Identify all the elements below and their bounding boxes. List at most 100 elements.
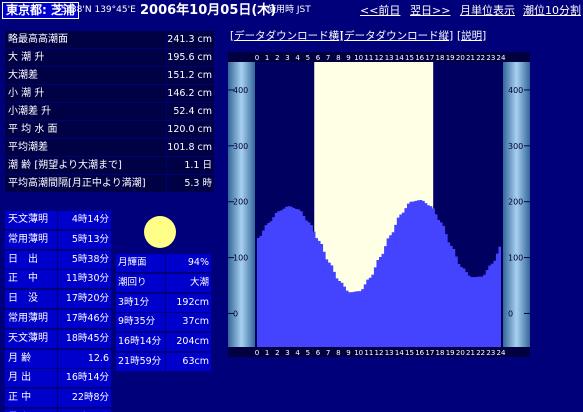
- moon-phase-icon: [144, 216, 176, 248]
- x-tick-label-bottom: 2: [275, 349, 279, 357]
- tide-stat-row-label: 大 潮 升: [5, 49, 166, 66]
- download-vertical-link[interactable]: [データダウンロード縦]: [340, 30, 453, 43]
- x-tick-label-bottom: 6: [316, 349, 321, 357]
- sun-time-row-value: 11時30分: [58, 270, 111, 289]
- moon-tide-row: 潮回り 大潮: [116, 273, 211, 294]
- tide-stat-row-label: 大潮差: [5, 67, 166, 84]
- monthly-view-link[interactable]: 月単位表示: [460, 4, 515, 17]
- moon-tide-row-label: 潮回り: [116, 273, 165, 292]
- sun-time-row-value: 17時46分: [58, 309, 111, 328]
- sun-time-row-value: 12.6: [58, 349, 111, 368]
- x-tick-label-bottom: 3: [285, 349, 289, 357]
- moon-tide-row-label: 16時14分: [116, 333, 165, 352]
- tide-stat-row-value: 5.3 時: [167, 175, 214, 192]
- date-title: 2006年10月05日(木): [140, 3, 277, 18]
- tide-stat-row: 小潮差 升 52.4 cm: [5, 103, 214, 121]
- sun-time-row-value: 16時14分: [58, 369, 111, 388]
- tide-stat-row-value: 1.1 日: [167, 157, 214, 174]
- x-tick-label-top: 14: [395, 54, 404, 62]
- tide-stat-row: 大 潮 升 195.6 cm: [5, 49, 214, 67]
- sun-time-row-value: 18時45分: [58, 329, 111, 348]
- y-tick-label: 400: [233, 86, 248, 95]
- x-tick-label-bottom: 24: [497, 349, 506, 357]
- x-tick-label-bottom: 16: [415, 349, 424, 357]
- tide-stat-row: 平 均 水 面 120.0 cm: [5, 121, 214, 139]
- x-tick-label-top: 19: [446, 54, 455, 62]
- x-tick-label-bottom: 0: [255, 349, 259, 357]
- moon-tide-row-label: 3時1分: [116, 293, 165, 312]
- tide-stat-row: 大潮差 151.2 cm: [5, 67, 214, 85]
- download-horizontal-link[interactable]: [データダウンロード横]: [230, 30, 343, 43]
- x-tick-label-bottom: 17: [425, 349, 434, 357]
- moon-tide-row: 16時14分 204cm: [116, 333, 211, 353]
- x-tick-label-top: 4: [295, 54, 300, 62]
- sun-time-row: 正 中 22時8分: [5, 389, 111, 409]
- tide-stat-row-label: 潮 齢 [朔望より大潮まで]: [5, 157, 166, 174]
- sun-time-row-label: 日 没: [5, 290, 57, 309]
- moon-tide-row-value: 204cm: [166, 333, 211, 352]
- x-tick-label-bottom: 18: [436, 349, 445, 357]
- tide-stat-row-label: 小潮差 升: [5, 103, 166, 120]
- tide-stat-row: 平均高潮間隔[月正中より満潮] 5.3 時: [5, 175, 214, 193]
- tide-stat-row-label: 平 均 水 面: [5, 121, 166, 138]
- sun-time-row-label: 月 齢: [5, 349, 57, 368]
- sun-time-row: 常用薄明 5時13分: [5, 230, 111, 251]
- help-link[interactable]: [説明]: [457, 30, 486, 43]
- moon-tide-row-label: 21時59分: [116, 352, 165, 371]
- tide-stat-row-value: 151.2 cm: [167, 67, 214, 84]
- sun-time-row-label: 常用薄明: [5, 309, 57, 328]
- x-tick-label-top: 21: [466, 54, 475, 62]
- x-tick-label-top: 7: [326, 54, 330, 62]
- sun-time-row: 月 齢 12.6: [5, 349, 111, 370]
- x-tick-label-bottom: 21: [466, 349, 475, 357]
- y-tick-label: 300: [233, 142, 248, 151]
- moon-tide-row: 月輝面 94%: [116, 254, 211, 274]
- x-tick-label-bottom: 13: [385, 349, 394, 357]
- timezone-text: 使用時 JST: [267, 5, 311, 15]
- tide-stat-row-label: 小 潮 升: [5, 85, 166, 102]
- sun-time-row: 常用薄明 17時46分: [5, 309, 111, 330]
- prev-day-link[interactable]: <<前日: [360, 4, 400, 17]
- x-tick-label-bottom: 11: [364, 349, 373, 357]
- tide-stat-row-value: 241.3 cm: [167, 31, 214, 48]
- next-day-link[interactable]: 翌日>>: [410, 4, 450, 17]
- tide-stat-row-value: 52.4 cm: [167, 103, 214, 120]
- tide-stat-row: 略最高高潮面 241.3 cm: [5, 31, 214, 49]
- moon-tide-row: 21時59分 63cm: [116, 352, 211, 373]
- y-tick-label: 100: [508, 254, 523, 263]
- x-tick-label-top: 23: [486, 54, 495, 62]
- moon-tide-row-value: 63cm: [166, 352, 211, 371]
- x-tick-label-top: 8: [336, 54, 340, 62]
- header-bar: 東京都: 芝浦 35°38'N 139°45'E 2006年10月05日(木) …: [0, 0, 583, 22]
- sun-time-row-value: 17時20分: [58, 290, 111, 309]
- y-tick-label: 0: [508, 309, 513, 318]
- tide-10min-link[interactable]: 潮位10分割: [523, 4, 581, 17]
- x-tick-label-top: 3: [285, 54, 289, 62]
- tide-stat-row-value: 146.2 cm: [167, 85, 214, 102]
- tide-stat-row: 潮 齢 [朔望より大潮まで] 1.1 日: [5, 157, 214, 175]
- tide-stat-row: 平均潮差 101.8 cm: [5, 139, 214, 157]
- x-tick-label-top: 24: [497, 54, 506, 62]
- moon-tide-row-label: 9時35分: [116, 313, 165, 332]
- tide-stat-row-label: 平均潮差: [5, 139, 166, 156]
- x-tick-label-top: 17: [425, 54, 434, 62]
- moon-tide-table: 月輝面 94% 潮回り 大潮 3時1分 192cm 9時35分 37cm 16時14分 204cm…: [116, 254, 211, 373]
- tide-stat-row-value: 195.6 cm: [167, 49, 214, 66]
- tide-stat-row-value: 120.0 cm: [167, 121, 214, 138]
- sun-time-row-label: 常用薄明: [5, 230, 57, 249]
- sun-time-row-label: 月 出: [5, 369, 57, 388]
- sun-moon-times-table: 天文薄明 4時14分 常用薄明 5時13分日 出 5時38分正 中 11時30分日 没 17…: [5, 211, 111, 412]
- tide-stat-row-value: 101.8 cm: [167, 139, 214, 156]
- moon-tide-row-value: 37cm: [166, 313, 211, 332]
- sun-time-row-value: 5時13分: [58, 230, 111, 249]
- x-tick-label-bottom: 9: [346, 349, 350, 357]
- x-tick-label-bottom: 1: [265, 349, 269, 357]
- x-tick-label-top: 15: [405, 54, 414, 62]
- x-tick-label-top: 9: [346, 54, 350, 62]
- sun-time-row-label: 正 中: [5, 389, 57, 408]
- sun-time-row: 月 出 16時14分: [5, 369, 111, 389]
- tide-chart: 0 0100 100200 200300 300400 40000112233445566…: [228, 52, 530, 357]
- x-tick-label-bottom: 10: [354, 349, 363, 357]
- y-tick-label: 200: [233, 198, 248, 207]
- y-tick-label: 0: [233, 309, 238, 318]
